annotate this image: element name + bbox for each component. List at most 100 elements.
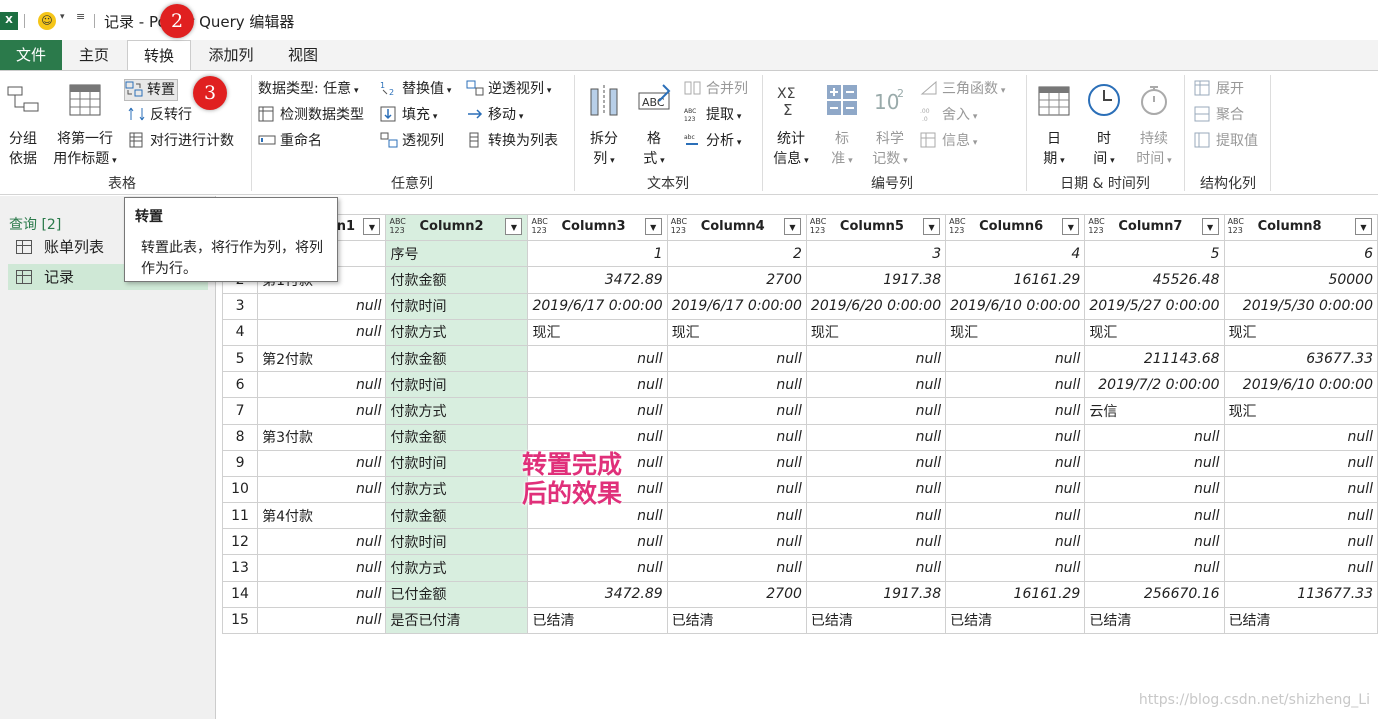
table-cell[interactable]: 付款时间: [385, 449, 529, 477]
table-cell[interactable]: null: [257, 554, 387, 582]
group-by-button[interactable]: 分组 依据: [4, 83, 42, 169]
table-cell[interactable]: 付款金额: [385, 344, 529, 373]
table-cell[interactable]: null: [527, 554, 668, 582]
use-first-row-button[interactable]: 将第一行 用作标题 ▾: [48, 83, 122, 171]
table-cell[interactable]: null: [1084, 554, 1225, 582]
table-cell[interactable]: 现汇: [1084, 318, 1225, 346]
table-cell[interactable]: null: [945, 554, 1086, 582]
date-button[interactable]: 日 期 ▾: [1034, 83, 1074, 171]
table-cell[interactable]: 1: [527, 240, 668, 268]
table-cell[interactable]: 1917.38: [805, 580, 947, 608]
table-cell[interactable]: null: [666, 449, 807, 477]
table-cell[interactable]: null: [257, 449, 387, 477]
table-cell[interactable]: null: [257, 397, 387, 425]
smiley-icon[interactable]: ☺: [38, 12, 56, 30]
fill-button[interactable]: 填充 ▾: [380, 105, 437, 127]
filter-dropdown-icon[interactable]: ▼: [1355, 218, 1372, 236]
table-cell[interactable]: 付款方式: [385, 475, 529, 504]
standard-button[interactable]: 标 准 ▾: [822, 83, 862, 171]
table-cell[interactable]: 6: [1223, 240, 1378, 268]
table-cell[interactable]: 3: [805, 240, 947, 268]
table-cell[interactable]: 2019/5/27 0:00:00: [1084, 292, 1225, 320]
row-number[interactable]: 11: [221, 502, 259, 530]
table-cell[interactable]: null: [805, 423, 947, 451]
filter-dropdown-icon[interactable]: ▼: [1062, 218, 1080, 236]
table-cell[interactable]: null: [257, 318, 387, 346]
type-any-icon[interactable]: ABC123: [531, 217, 547, 235]
row-number[interactable]: 10: [221, 475, 259, 504]
customize-toolbar-icon[interactable]: ≡: [76, 10, 85, 23]
table-cell[interactable]: 序号: [385, 240, 529, 268]
table-cell[interactable]: null: [945, 344, 1086, 373]
table-cell[interactable]: null: [527, 371, 668, 399]
expand-button[interactable]: 展开: [1194, 79, 1244, 101]
table-cell[interactable]: null: [257, 292, 387, 320]
table-cell[interactable]: 第3付款: [257, 423, 387, 451]
table-cell[interactable]: 付款方式: [385, 397, 529, 425]
unpivot-columns-button[interactable]: 逆透视列 ▾: [466, 79, 551, 101]
table-cell[interactable]: null: [1223, 449, 1378, 477]
table-cell[interactable]: null: [527, 528, 668, 556]
rename-button[interactable]: 重命名: [258, 131, 322, 153]
column-header-4[interactable]: ABC 123 Column4 ▼: [666, 213, 807, 242]
table-cell[interactable]: null: [945, 371, 1086, 399]
filter-dropdown-icon[interactable]: ▼: [363, 218, 381, 236]
table-cell[interactable]: 现汇: [1223, 318, 1378, 346]
type-any-icon[interactable]: ABC123: [1088, 217, 1104, 235]
table-cell[interactable]: 现汇: [666, 318, 807, 346]
table-cell[interactable]: 已结清: [666, 606, 807, 635]
table-cell[interactable]: null: [257, 580, 387, 608]
type-any-icon[interactable]: ABC123: [389, 217, 405, 235]
row-number[interactable]: 4: [221, 318, 259, 346]
type-any-icon[interactable]: ABC123: [949, 217, 965, 235]
column-header-8[interactable]: ABC 123 Column8 ▼: [1223, 213, 1378, 242]
table-cell[interactable]: null: [805, 449, 947, 477]
aggregate-button[interactable]: 聚合: [1194, 105, 1244, 127]
rounding-button[interactable]: .00.0 舍入 ▾: [920, 105, 977, 127]
table-cell[interactable]: 现汇: [945, 318, 1086, 346]
table-cell[interactable]: null: [666, 397, 807, 425]
table-cell[interactable]: null: [805, 475, 947, 504]
table-cell[interactable]: 第4付款: [257, 502, 387, 530]
table-cell[interactable]: 已结清: [527, 606, 668, 635]
table-cell[interactable]: null: [666, 423, 807, 451]
convert-to-list-button[interactable]: 转换为列表: [466, 131, 558, 153]
table-cell[interactable]: 付款时间: [385, 371, 529, 399]
tab-add-column[interactable]: 添加列: [194, 40, 268, 70]
row-number[interactable]: 13: [221, 554, 259, 582]
table-cell[interactable]: null: [805, 528, 947, 556]
split-column-button[interactable]: 拆分 列 ▾: [584, 83, 624, 171]
table-cell[interactable]: null: [805, 344, 947, 373]
table-cell[interactable]: null: [945, 475, 1086, 504]
row-number[interactable]: 15: [221, 606, 259, 635]
table-cell[interactable]: null: [666, 528, 807, 556]
table-cell[interactable]: 已结清: [1223, 606, 1378, 635]
table-cell[interactable]: null: [1223, 554, 1378, 582]
table-cell[interactable]: null: [1223, 475, 1378, 504]
table-cell[interactable]: 5: [1084, 240, 1225, 268]
row-number[interactable]: 6: [221, 371, 259, 399]
table-cell[interactable]: null: [666, 502, 807, 530]
column-header-2[interactable]: ABC 123 Column2 ▼: [385, 213, 529, 242]
type-any-icon[interactable]: ABC123: [671, 217, 687, 235]
table-cell[interactable]: 已付金额: [385, 580, 529, 608]
table-cell[interactable]: null: [1084, 528, 1225, 556]
table-cell[interactable]: 付款金额: [385, 423, 529, 451]
table-cell[interactable]: 2019/6/10 0:00:00: [1223, 371, 1378, 399]
filter-dropdown-icon[interactable]: ▼: [505, 218, 523, 236]
table-cell[interactable]: 45526.48: [1084, 266, 1225, 294]
time-button[interactable]: 时 间 ▾: [1084, 83, 1124, 171]
table-cell[interactable]: 211143.68: [1084, 344, 1225, 373]
information-button[interactable]: 信息 ▾: [920, 131, 977, 153]
table-cell[interactable]: null: [666, 371, 807, 399]
table-cell[interactable]: 2019/7/2 0:00:00: [1084, 371, 1225, 399]
table-cell[interactable]: null: [527, 344, 668, 373]
table-cell[interactable]: null: [1084, 475, 1225, 504]
table-cell[interactable]: null: [257, 528, 387, 556]
filter-dropdown-icon[interactable]: ▼: [644, 218, 662, 236]
table-cell[interactable]: 现汇: [805, 318, 947, 346]
table-cell[interactable]: null: [257, 371, 387, 399]
table-cell[interactable]: null: [945, 423, 1086, 451]
table-cell[interactable]: null: [666, 344, 807, 373]
table-cell[interactable]: 付款时间: [385, 292, 529, 320]
